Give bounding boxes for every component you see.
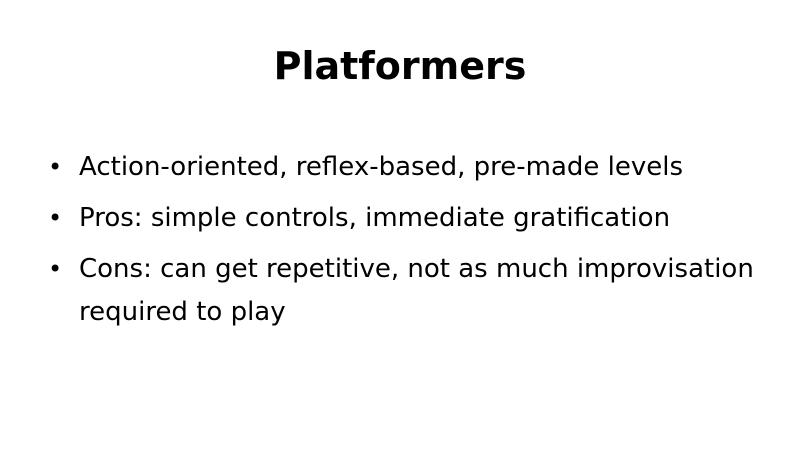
bullet-text: Action-oriented, reflex-based, pre-made … (79, 152, 684, 182)
bullet-text: Pros: simple controls, immediate gratifi… (79, 203, 671, 233)
bullet-icon: • (48, 153, 63, 181)
slide: Platformers • Action-oriented, reflex-ba… (0, 0, 800, 450)
bullet-text: Cons: can get repetitive, not as much im… (79, 254, 754, 327)
bullet-item: • Pros: simple controls, immediate grati… (48, 197, 778, 240)
bullet-icon: • (48, 204, 63, 232)
bullet-item: • Cons: can get repetitive, not as much … (48, 248, 778, 334)
bullet-list: • Action-oriented, reflex-based, pre-mad… (48, 146, 778, 334)
slide-title: Platformers (273, 44, 527, 88)
bullet-icon: • (48, 255, 63, 283)
bullet-item: • Action-oriented, reflex-based, pre-mad… (48, 146, 778, 189)
